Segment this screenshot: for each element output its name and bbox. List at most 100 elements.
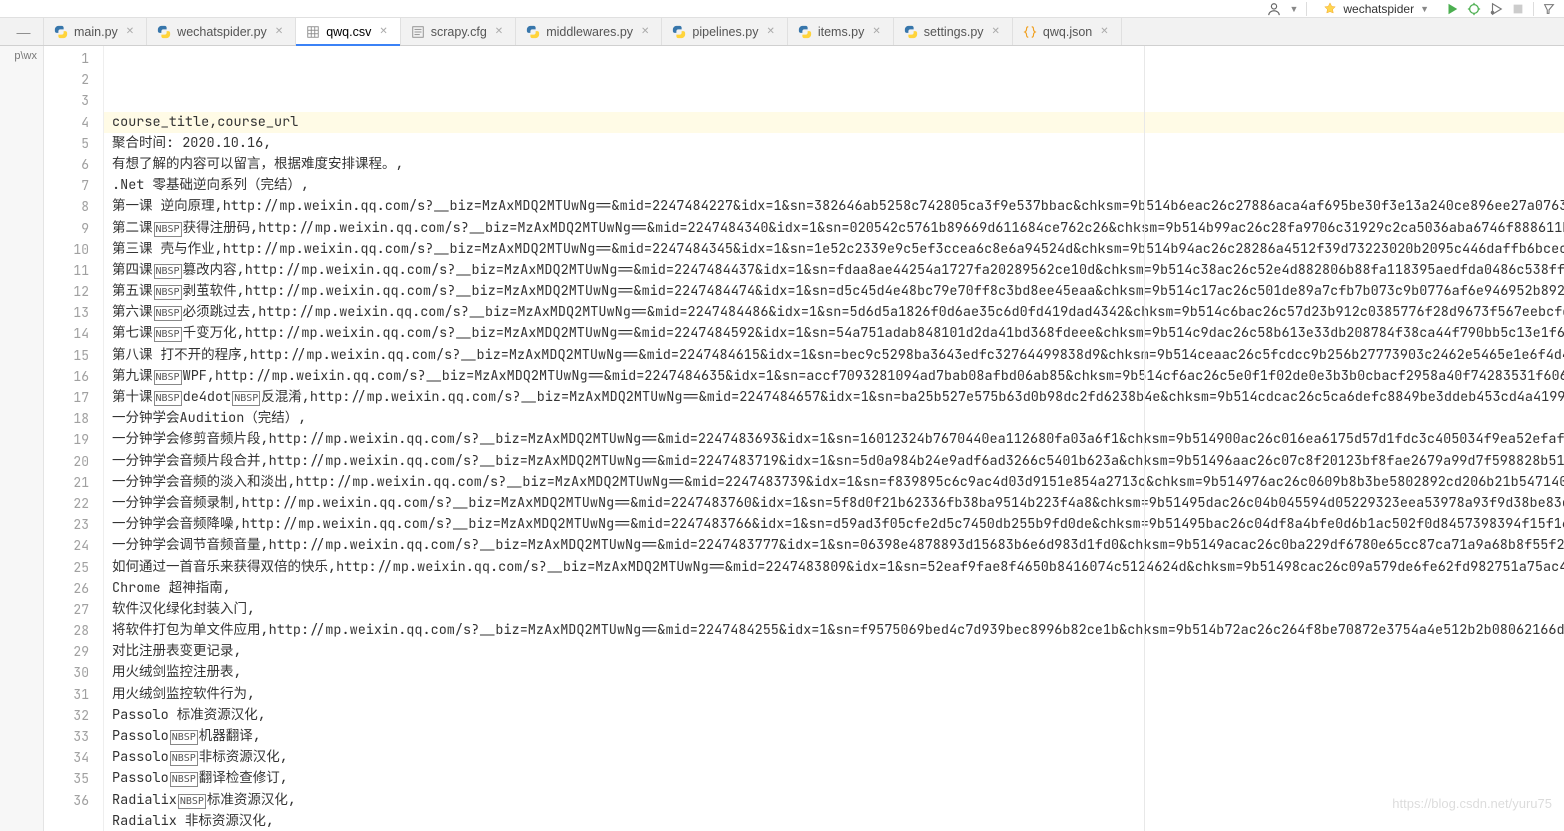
- editor-line[interactable]: 一分钟学会音频降噪,http://mp.weixin.qq.com/s?__bi…: [104, 514, 1564, 535]
- nbsp-marker: NBSP: [154, 327, 182, 342]
- file-icon: [411, 25, 425, 39]
- editor-line[interactable]: course_title,course_url: [104, 112, 1564, 133]
- code-editor[interactable]: course_title,course_url聚合时间: 2020.10.16,…: [104, 46, 1564, 831]
- editor-line[interactable]: 一分钟学会音频片段合并,http://mp.weixin.qq.com/s?__…: [104, 451, 1564, 472]
- editor-line[interactable]: 第五课NBSP剥茧软件,http://mp.weixin.qq.com/s?__…: [104, 281, 1564, 302]
- nbsp-marker: NBSP: [154, 264, 182, 279]
- nbsp-marker: NBSP: [154, 222, 182, 237]
- tab-items-py[interactable]: items.py ✕: [788, 18, 894, 45]
- editor-line[interactable]: 有想了解的内容可以留言，根据难度安排课程。,: [104, 154, 1564, 175]
- run-config-selector[interactable]: wechatspider ▼: [1315, 2, 1437, 16]
- editor-line[interactable]: 第四课NBSP篡改内容,http://mp.weixin.qq.com/s?__…: [104, 260, 1564, 281]
- editor-line[interactable]: 一分钟学会Audition（完结）,: [104, 408, 1564, 429]
- editor-line[interactable]: 用火绒剑监控软件行为,: [104, 684, 1564, 705]
- editor-line[interactable]: 第三课 壳与作业,http://mp.weixin.qq.com/s?__biz…: [104, 239, 1564, 260]
- nbsp-marker: NBSP: [170, 772, 198, 787]
- editor-line[interactable]: 第一课 逆向原理,http://mp.weixin.qq.com/s?__biz…: [104, 196, 1564, 217]
- file-icon: [157, 25, 171, 39]
- main-area: p\wx 12345678910111213141516171819202122…: [0, 46, 1564, 831]
- close-icon[interactable]: ✕: [639, 24, 651, 39]
- tabbar-left-tools: —: [0, 18, 44, 45]
- file-icon: [798, 25, 812, 39]
- tab-main-py[interactable]: main.py ✕: [44, 18, 147, 45]
- editor-line[interactable]: 第九课NBSPWPF,http://mp.weixin.qq.com/s?__b…: [104, 366, 1564, 387]
- editor-line[interactable]: RadialixNBSP标准资源汉化,: [104, 790, 1564, 811]
- nbsp-marker: NBSP: [170, 730, 198, 745]
- tab-label: scrapy.cfg: [431, 25, 487, 39]
- tab-label: settings.py: [924, 25, 984, 39]
- tab-label: main.py: [74, 25, 118, 39]
- nbsp-marker: NBSP: [154, 391, 182, 406]
- editor-line[interactable]: Radialix 非标资源汉化,: [104, 811, 1564, 831]
- editor-line[interactable]: 第六课NBSP必须跳过去,http://mp.weixin.qq.com/s?_…: [104, 302, 1564, 323]
- editor-line[interactable]: PassoloNBSP机器翻译,: [104, 726, 1564, 747]
- nbsp-marker: NBSP: [154, 285, 182, 300]
- editor-line[interactable]: 一分钟学会修剪音频片段,http://mp.weixin.qq.com/s?__…: [104, 429, 1564, 450]
- nbsp-marker: NBSP: [232, 391, 260, 406]
- tab-label: wechatspider.py: [177, 25, 267, 39]
- close-icon[interactable]: ✕: [764, 24, 776, 39]
- editor-line[interactable]: Chrome 超神指南,: [104, 578, 1564, 599]
- file-icon: [526, 25, 540, 39]
- vcs-icon[interactable]: [1542, 2, 1556, 16]
- editor-line[interactable]: 一分钟学会调节音频音量,http://mp.weixin.qq.com/s?__…: [104, 535, 1564, 556]
- nbsp-marker: NBSP: [178, 794, 206, 809]
- user-dropdown[interactable]: ▼: [1289, 4, 1298, 14]
- tab-qwq-csv[interactable]: qwq.csv ✕: [296, 18, 401, 45]
- editor-line[interactable]: 对比注册表变更记录,: [104, 641, 1564, 662]
- nbsp-marker: NBSP: [154, 306, 182, 321]
- editor-line[interactable]: 一分钟学会音频录制,http://mp.weixin.qq.com/s?__bi…: [104, 493, 1564, 514]
- run-icon[interactable]: [1445, 2, 1459, 16]
- tab-middlewares-py[interactable]: middlewares.py ✕: [516, 18, 662, 45]
- editor-line[interactable]: Passolo 标准资源汉化,: [104, 705, 1564, 726]
- nbsp-marker: NBSP: [154, 370, 182, 385]
- close-icon[interactable]: ✕: [1098, 24, 1110, 39]
- close-icon[interactable]: ✕: [377, 24, 389, 39]
- user-icon[interactable]: [1267, 2, 1281, 16]
- tab-bar: — main.py✕wechatspider.py✕qwq.csv✕scrapy…: [0, 18, 1564, 46]
- editor-line[interactable]: 软件汉化绿化封装入门,: [104, 599, 1564, 620]
- margin-ruler: [1144, 46, 1145, 831]
- tab-qwq-json[interactable]: qwq.json ✕: [1013, 18, 1122, 45]
- file-icon: [672, 25, 686, 39]
- sidebar-path: p\wx: [14, 50, 37, 62]
- tab-label: middlewares.py: [546, 25, 633, 39]
- editor-line[interactable]: PassoloNBSP翻译检查修订,: [104, 768, 1564, 789]
- editor-line[interactable]: 聚合时间: 2020.10.16,: [104, 133, 1564, 154]
- tab-wechatspider-py[interactable]: wechatspider.py ✕: [147, 18, 296, 45]
- line-number-gutter: 1234567891011121314151617181920212223242…: [44, 46, 104, 831]
- file-icon: [1023, 25, 1037, 39]
- editor-line[interactable]: 一分钟学会音频的淡入和淡出,http://mp.weixin.qq.com/s?…: [104, 472, 1564, 493]
- close-icon[interactable]: ✕: [493, 24, 505, 39]
- project-sidebar[interactable]: p\wx: [0, 46, 44, 831]
- tab-label: qwq.csv: [326, 25, 371, 39]
- watermark: https://blog.csdn.net/yuru75: [1392, 796, 1552, 811]
- tab-settings-py[interactable]: settings.py ✕: [894, 18, 1013, 45]
- close-icon[interactable]: ✕: [273, 24, 285, 39]
- editor-line[interactable]: 第七课NBSP千变万化,http://mp.weixin.qq.com/s?__…: [104, 323, 1564, 344]
- debug-icon[interactable]: [1467, 2, 1481, 16]
- tab-label: items.py: [818, 25, 865, 39]
- tab-label: qwq.json: [1043, 25, 1092, 39]
- editor-line[interactable]: PassoloNBSP非标资源汉化,: [104, 747, 1564, 768]
- editor-line[interactable]: 用火绒剑监控注册表,: [104, 662, 1564, 683]
- stop-icon[interactable]: [1511, 2, 1525, 16]
- close-icon[interactable]: ✕: [124, 24, 136, 39]
- main-toolbar: ▼ wechatspider ▼: [0, 0, 1564, 18]
- nbsp-marker: NBSP: [170, 751, 198, 766]
- editor-line[interactable]: 将软件打包为单文件应用,http://mp.weixin.qq.com/s?__…: [104, 620, 1564, 641]
- tab-scrapy-cfg[interactable]: scrapy.cfg ✕: [401, 18, 516, 45]
- editor-line[interactable]: 第八课 打不开的程序,http://mp.weixin.qq.com/s?__b…: [104, 345, 1564, 366]
- close-icon[interactable]: ✕: [990, 24, 1002, 39]
- editor-line[interactable]: 第二课NBSP获得注册码,http://mp.weixin.qq.com/s?_…: [104, 218, 1564, 239]
- tab-pipelines-py[interactable]: pipelines.py ✕: [662, 18, 787, 45]
- tab-label: pipelines.py: [692, 25, 758, 39]
- file-icon: [904, 25, 918, 39]
- file-icon: [306, 25, 320, 39]
- run-config-icon[interactable]: [1489, 2, 1503, 16]
- collapse-icon[interactable]: —: [17, 24, 31, 40]
- editor-line[interactable]: 如何通过一首音乐来获得双倍的快乐,http://mp.weixin.qq.com…: [104, 557, 1564, 578]
- close-icon[interactable]: ✕: [870, 24, 882, 39]
- editor-line[interactable]: 第十课NBSPde4dotNBSP反混淆,http://mp.weixin.qq…: [104, 387, 1564, 408]
- editor-line[interactable]: .Net 零基础逆向系列（完结）,: [104, 175, 1564, 196]
